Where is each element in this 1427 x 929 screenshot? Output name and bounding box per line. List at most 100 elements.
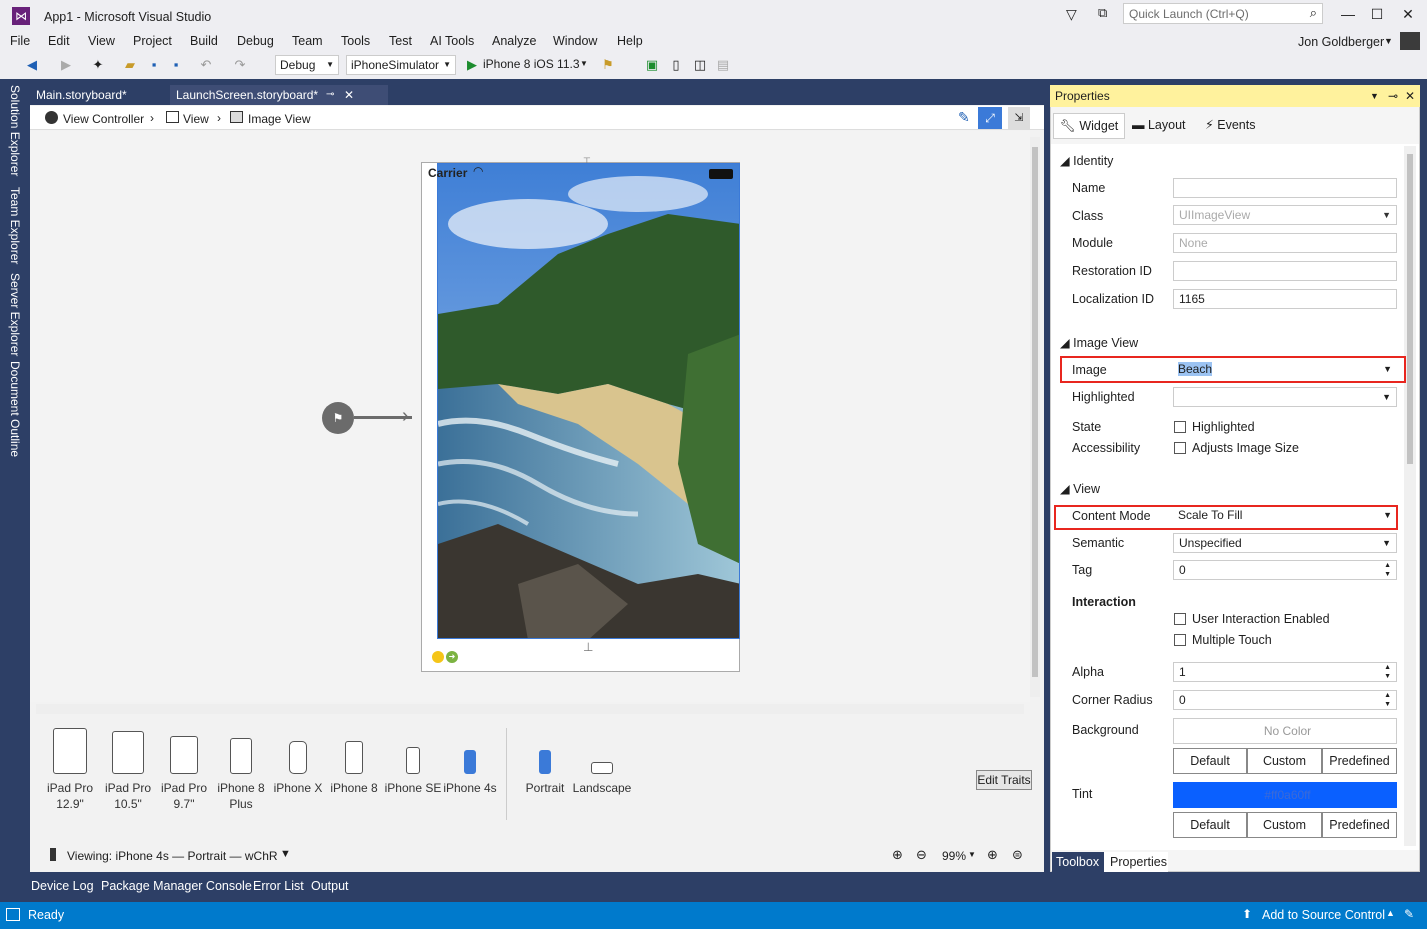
tab-package-manager-console[interactable]: Package Manager Console	[101, 879, 252, 893]
tab-solution-explorer[interactable]: Solution Explorer	[8, 85, 22, 176]
tab-events[interactable]: ⚡︎ Events	[1199, 113, 1261, 137]
undo-icon[interactable]: ↶	[198, 57, 214, 73]
menu-tools[interactable]: Tools	[341, 34, 370, 48]
user-interaction-checkbox[interactable]	[1174, 613, 1186, 625]
device-ipad-pro-12-9[interactable]: iPad Pro 12.9"	[46, 728, 94, 812]
tag-stepper[interactable]: 0 ▲ ▼	[1173, 560, 1397, 580]
chevron-down-icon[interactable]: ▼	[1384, 36, 1393, 46]
build-icon[interactable]: ▤	[715, 57, 731, 73]
open-folder-icon[interactable]: ▰	[122, 57, 138, 73]
redo-icon[interactable]: ↷	[232, 57, 248, 73]
device-iphone-8[interactable]: iPhone 8	[328, 728, 380, 796]
highlighted-checkbox[interactable]	[1174, 421, 1186, 433]
semantic-select[interactable]: Unspecified ▼	[1173, 533, 1397, 553]
play-icon[interactable]: ▶	[464, 57, 480, 73]
chevron-down-icon[interactable]: ▼	[1370, 85, 1379, 107]
maximize-button[interactable]: ☐	[1363, 4, 1391, 24]
avatar[interactable]	[1400, 32, 1420, 50]
menu-edit[interactable]: Edit	[48, 34, 70, 48]
close-icon[interactable]: ✕	[1405, 85, 1415, 107]
tint-predefined-button[interactable]: Predefined	[1322, 812, 1397, 838]
breadcrumb-view[interactable]: View	[183, 112, 209, 126]
device-ipad-pro-9-7[interactable]: iPad Pro 9.7"	[160, 728, 208, 812]
config-select[interactable]: Debug ▼	[275, 55, 339, 75]
resolve-icon[interactable]: ⇲	[1008, 107, 1030, 129]
properties-scrollbar[interactable]	[1404, 146, 1416, 846]
chevron-down-icon[interactable]: ▼	[580, 59, 588, 68]
menu-file[interactable]: File	[10, 34, 30, 48]
initial-controller-icon[interactable]: ⚑	[322, 402, 354, 434]
edit-icon[interactable]: ✎	[958, 109, 970, 126]
background-color-field[interactable]: No Color	[1173, 718, 1397, 744]
stepper-icon[interactable]: ▲ ▼	[1384, 663, 1391, 681]
multiple-touch-checkbox[interactable]	[1174, 634, 1186, 646]
zoom-out-icon[interactable]: ⊖	[916, 847, 927, 863]
adjusts-image-size-checkbox[interactable]	[1174, 442, 1186, 454]
breadcrumb-view-controller[interactable]: View Controller	[63, 112, 144, 126]
edit-traits-button[interactable]: Edit Traits	[976, 770, 1032, 790]
viewing-dropdown-icon[interactable]: ▼	[280, 848, 291, 860]
notification-icon[interactable]: ✎	[1404, 907, 1414, 921]
tab-widget[interactable]: 🔧︎ Widget	[1053, 113, 1126, 139]
add-to-source-control[interactable]: Add to Source Control	[1262, 908, 1385, 922]
tab-layout[interactable]: ▬ Layout	[1126, 113, 1192, 137]
background-custom-button[interactable]: Custom	[1247, 748, 1322, 774]
background-default-button[interactable]: Default	[1173, 748, 1247, 774]
orientation-landscape[interactable]: Landscape	[572, 728, 632, 796]
menu-analyze[interactable]: Analyze	[492, 34, 536, 48]
device-iphone-8-plus[interactable]: iPhone 8 Plus	[216, 728, 266, 812]
menu-build[interactable]: Build	[190, 34, 218, 48]
section-image-view[interactable]: ◢ Image View	[1060, 335, 1138, 350]
layout-icon[interactable]: ◫	[692, 57, 708, 73]
constraints-icon[interactable]: ⤢	[978, 107, 1002, 129]
tab-document-outline[interactable]: Document Outline	[8, 361, 22, 457]
device-ipad-pro-10-5[interactable]: iPad Pro 10.5"	[104, 728, 152, 812]
scroll-thumb[interactable]	[1407, 154, 1413, 464]
tab-toolbox[interactable]: Toolbox	[1052, 852, 1104, 872]
class-select[interactable]: UIImageView ▼	[1173, 205, 1397, 225]
zoom-fit-icon[interactable]: ⊕	[892, 847, 903, 863]
stepper-icon[interactable]: ▲ ▼	[1384, 561, 1391, 579]
close-icon[interactable]: ✕	[344, 85, 354, 105]
corner-radius-stepper[interactable]: 0 ▲ ▼	[1173, 690, 1397, 710]
tab-main-storyboard[interactable]: Main.storyboard*	[30, 85, 168, 105]
tab-output[interactable]: Output	[311, 879, 349, 893]
menu-help[interactable]: Help	[617, 34, 643, 48]
background-predefined-button[interactable]: Predefined	[1322, 748, 1397, 774]
tab-server-explorer[interactable]: Server Explorer	[8, 273, 22, 356]
pin-icon[interactable]: ⊸	[326, 85, 334, 105]
chevron-down-icon[interactable]: ▼	[968, 850, 976, 859]
device-iphone-x[interactable]: iPhone X	[272, 728, 324, 796]
platform-select[interactable]: iPhoneSimulator ▼	[346, 55, 456, 75]
image-view-beach[interactable]	[437, 163, 740, 639]
attach-icon[interactable]: ⚑	[600, 57, 616, 73]
back-icon[interactable]: ◀	[24, 57, 40, 73]
module-field[interactable]: None	[1173, 233, 1397, 253]
chevron-up-icon[interactable]: ▲	[1386, 908, 1395, 918]
pin-icon[interactable]: ⊸	[1388, 85, 1398, 107]
simulator-icon[interactable]: ▣	[644, 57, 660, 73]
tint-custom-button[interactable]: Custom	[1247, 812, 1322, 838]
breadcrumb-image-view[interactable]: Image View	[248, 112, 310, 126]
vertical-scrollbar[interactable]	[1030, 137, 1040, 697]
quick-launch-input[interactable]: Quick Launch (Ctrl+Q) ⌕	[1123, 3, 1323, 24]
save-all-icon[interactable]: ▪	[168, 57, 184, 73]
filter-icon[interactable]: ▽	[1066, 6, 1077, 23]
menu-view[interactable]: View	[88, 34, 115, 48]
device-iphone-se[interactable]: iPhone SE	[384, 728, 442, 796]
tab-error-list[interactable]: Error List	[253, 879, 304, 893]
zoom-actual-icon[interactable]: ⊜	[1012, 847, 1023, 863]
tint-default-button[interactable]: Default	[1173, 812, 1247, 838]
section-view[interactable]: ◢ View	[1060, 481, 1100, 496]
device-iphone-4s[interactable]: iPhone 4s	[442, 728, 498, 796]
menu-project[interactable]: Project	[133, 34, 172, 48]
tab-properties[interactable]: Properties	[1104, 852, 1168, 872]
device-icon[interactable]: ▯	[668, 57, 684, 73]
run-target-button[interactable]: iPhone 8 iOS 11.3	[483, 57, 580, 71]
tint-color-field[interactable]: #ff0a60ff	[1173, 782, 1397, 808]
save-icon[interactable]: ▪	[146, 57, 162, 73]
stepper-icon[interactable]: ▲ ▼	[1384, 691, 1391, 709]
minimize-button[interactable]: —	[1334, 4, 1362, 24]
highlighted-select[interactable]: ▼	[1173, 387, 1397, 407]
tab-launchscreen-storyboard[interactable]: LaunchScreen.storyboard* ⊸ ✕	[170, 85, 388, 105]
